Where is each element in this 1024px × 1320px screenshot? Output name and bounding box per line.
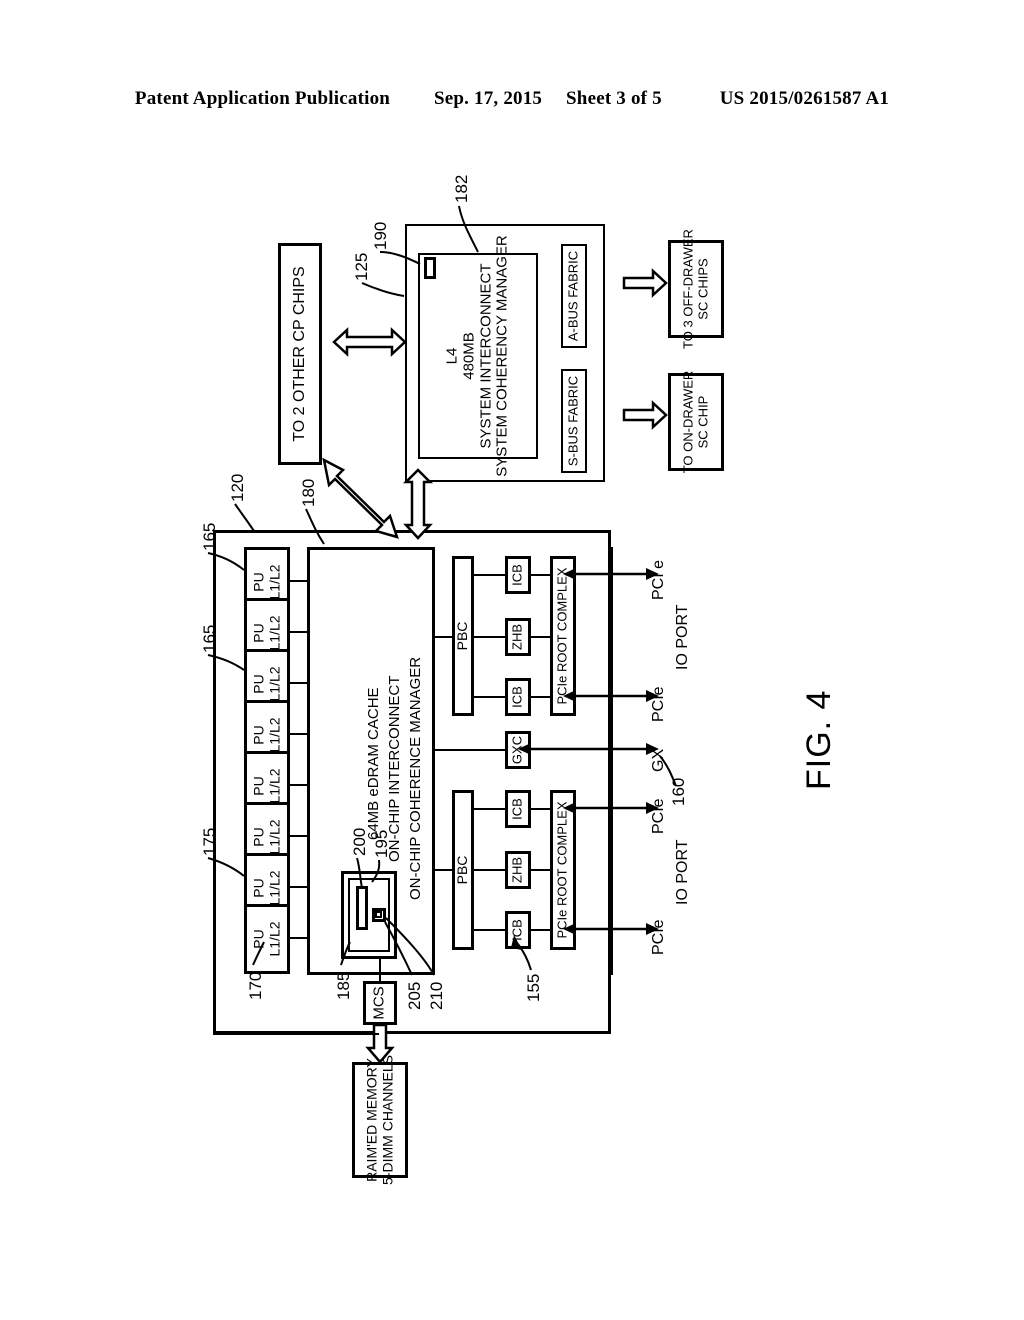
ref-160: 160 (669, 777, 688, 806)
reference-leader-lines (207, 205, 677, 976)
ref-180: 180 (299, 478, 318, 507)
ref-190: 190 (371, 221, 390, 250)
ref-195: 195 (372, 829, 391, 858)
ref-182: 182 (452, 174, 471, 203)
ref-120: 120 (228, 473, 247, 502)
ref-205: 205 (405, 981, 424, 1010)
ref-175: 175 (200, 827, 219, 856)
ref-155: 155 (524, 973, 543, 1002)
ref-165-b: 165 (200, 624, 219, 653)
ref-200: 200 (350, 827, 369, 856)
ref-170: 170 (246, 971, 265, 1000)
ref-185: 185 (334, 971, 353, 1000)
ref-125: 125 (352, 252, 371, 281)
ref-165-a: 165 (200, 522, 219, 551)
ref-210: 210 (427, 981, 446, 1010)
